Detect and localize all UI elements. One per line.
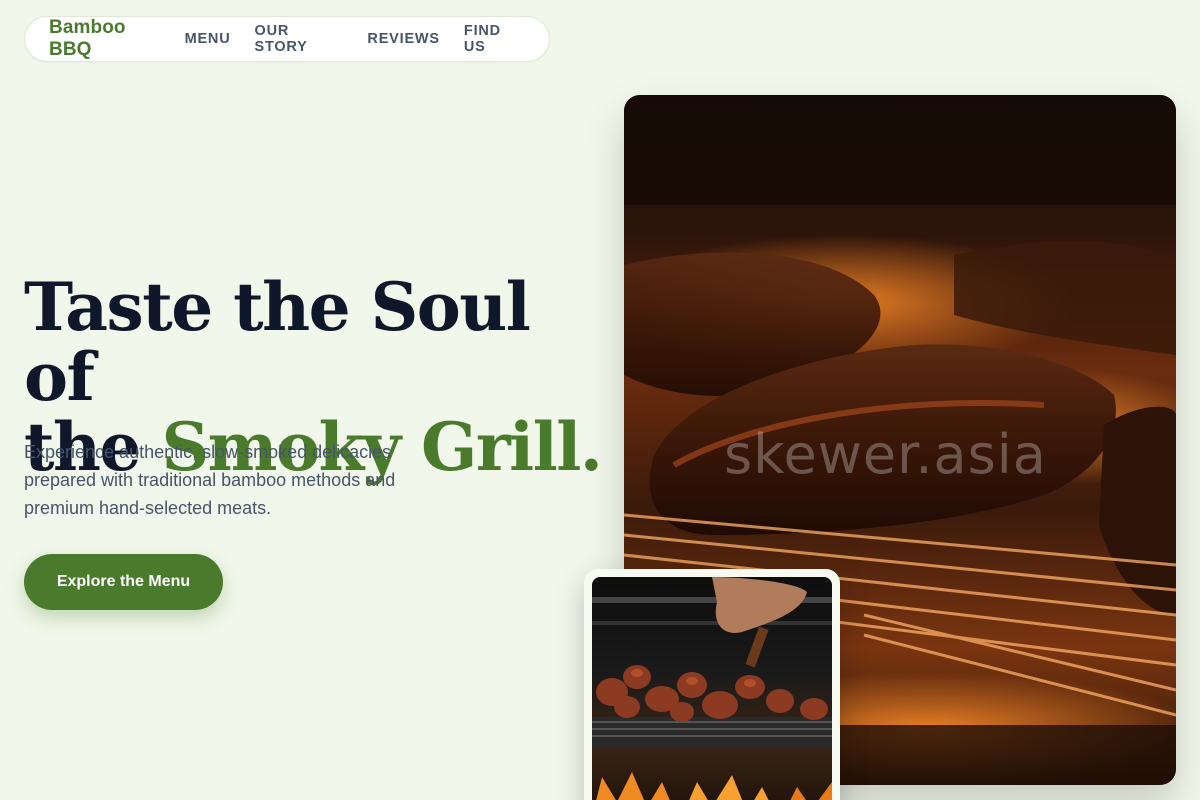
hero-title-line1: Taste the Soul of [24, 268, 531, 416]
nav-link-find-us[interactable]: FIND US [464, 23, 525, 55]
hero-subtitle: Experience authentic, slow-smoked delica… [24, 442, 396, 518]
skewers-illustration [592, 577, 832, 800]
grilling-skewers-photo [592, 577, 832, 800]
grilling-skewers-photo-card [584, 569, 840, 800]
nav-link-reviews[interactable]: REVIEWS [367, 31, 439, 47]
nav-link-our-story[interactable]: OUR STORY [254, 23, 343, 55]
explore-menu-button[interactable]: Explore the Menu [24, 554, 223, 610]
page: Bamboo BBQ MENU OUR STORY REVIEWS FIND U… [0, 0, 1200, 800]
nav-link-menu[interactable]: MENU [185, 31, 231, 47]
brand-logo[interactable]: Bamboo BBQ [49, 17, 169, 61]
watermark-text: skewer.asia [724, 423, 1047, 486]
top-navigation: Bamboo BBQ MENU OUR STORY REVIEWS FIND U… [24, 16, 550, 62]
